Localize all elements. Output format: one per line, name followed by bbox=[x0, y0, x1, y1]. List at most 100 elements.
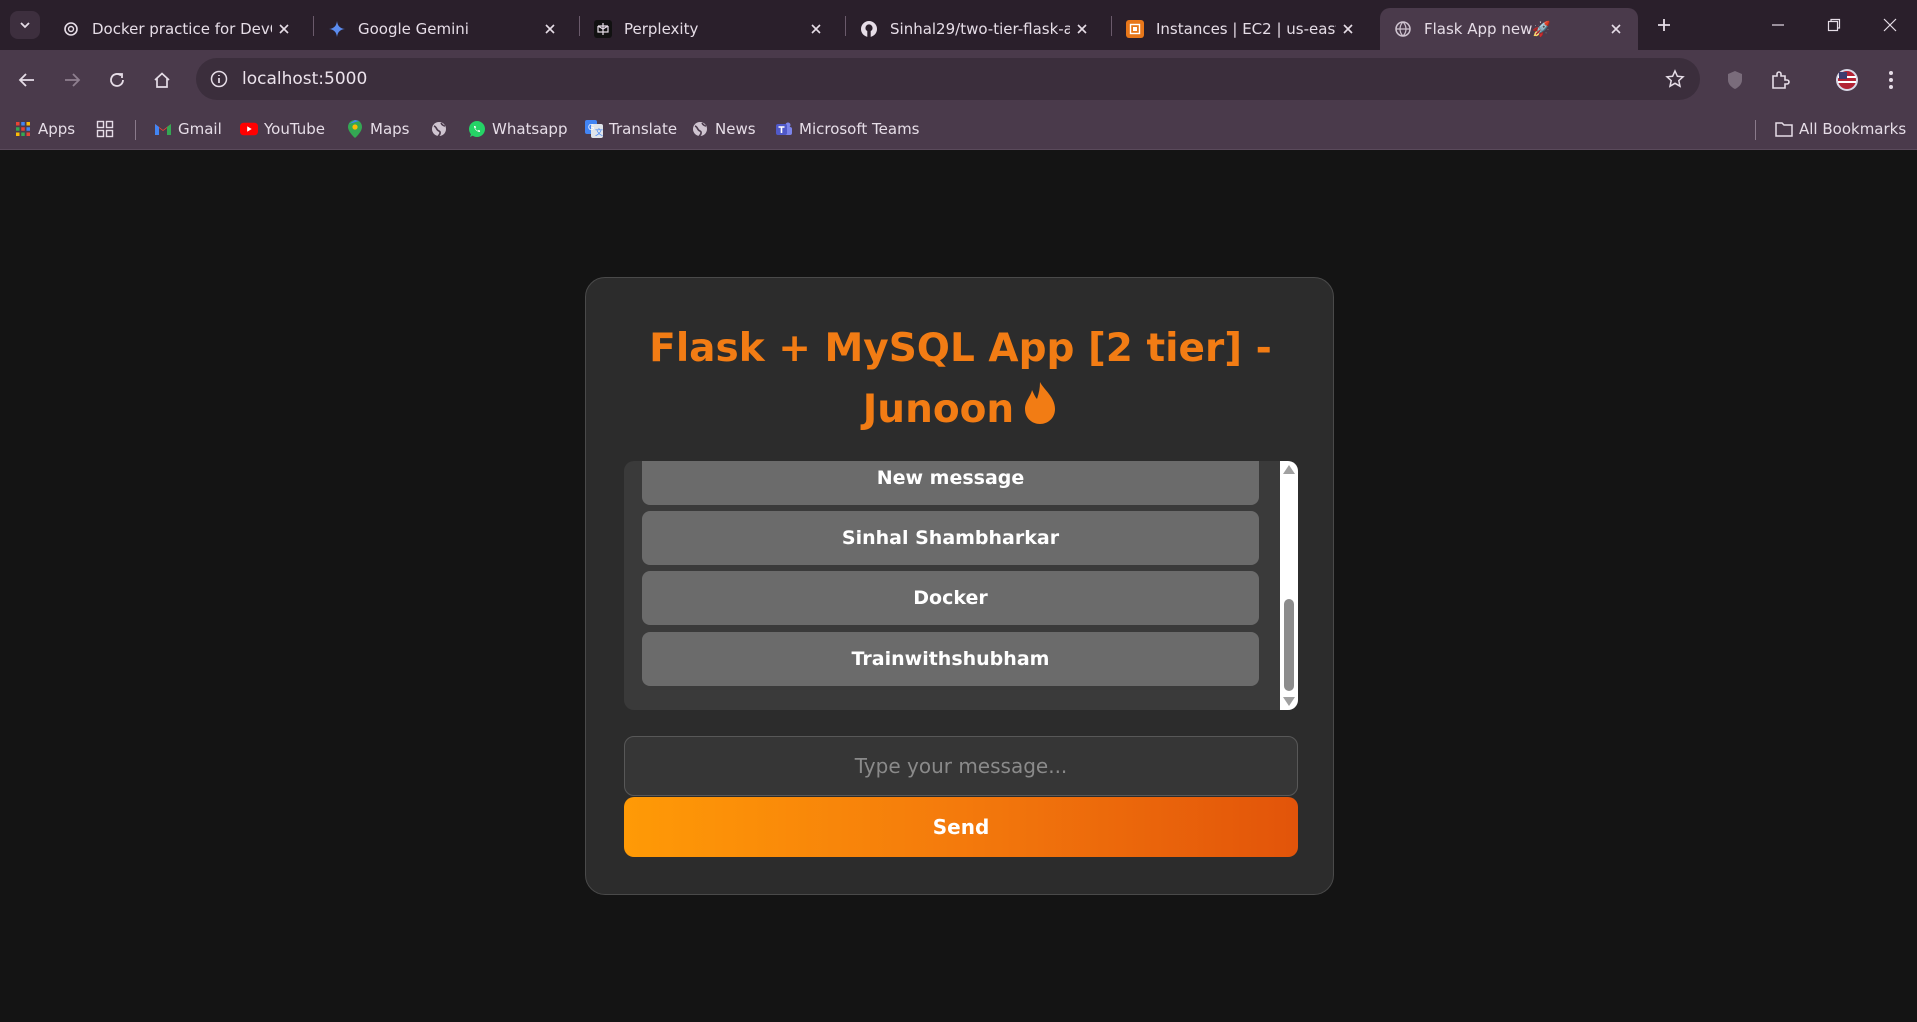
gmail-icon bbox=[154, 120, 172, 138]
home-button[interactable] bbox=[147, 65, 177, 95]
send-button[interactable]: Send bbox=[624, 797, 1298, 857]
bookmark-globe[interactable] bbox=[430, 117, 454, 141]
tab-docker-practice[interactable]: Docker practice for DevOp bbox=[48, 8, 306, 50]
tab-label: Perplexity bbox=[624, 20, 699, 38]
reload-icon bbox=[110, 73, 124, 87]
forward-button[interactable] bbox=[57, 65, 87, 95]
bookmark-news[interactable]: News bbox=[691, 117, 756, 141]
reload-button[interactable] bbox=[102, 65, 132, 95]
tab-strip: Docker practice for DevOp Google Gemini … bbox=[0, 0, 1917, 50]
page-title: Flask + MySQL App [2 tier] - Junoon bbox=[586, 318, 1335, 443]
tab-label: Instances | EC2 | us-east-1 bbox=[1156, 20, 1336, 38]
bookmarks-bar: Apps Gmail YouTube Maps Whatsapp G文 Tran… bbox=[0, 108, 1917, 150]
scrollbar-thumb[interactable] bbox=[1284, 599, 1294, 691]
tab-label: Google Gemini bbox=[358, 20, 469, 38]
teams-icon bbox=[775, 120, 793, 138]
list-item: Sinhal Shambharkar bbox=[642, 511, 1259, 565]
bookmark-gmail[interactable]: Gmail bbox=[154, 117, 222, 141]
message-input[interactable] bbox=[624, 736, 1298, 796]
arrow-left-icon bbox=[18, 73, 34, 87]
close-tab-icon[interactable] bbox=[1604, 17, 1628, 41]
kebab-menu-icon bbox=[1889, 71, 1893, 89]
tab-google-gemini[interactable]: Google Gemini bbox=[314, 8, 572, 50]
site-info-icon[interactable] bbox=[208, 68, 230, 90]
bookmark-label: Maps bbox=[370, 120, 410, 138]
shield-icon bbox=[1728, 71, 1742, 89]
tab-ec2-instances[interactable]: Instances | EC2 | us-east-1 bbox=[1112, 8, 1370, 50]
bookmark-label: Gmail bbox=[178, 120, 222, 138]
bookmark-divider bbox=[1755, 120, 1756, 140]
browser-menu-button[interactable] bbox=[1876, 65, 1906, 95]
scroll-down-arrow-icon[interactable] bbox=[1283, 697, 1295, 706]
app-card: Flask + MySQL App [2 tier] - Junoon New … bbox=[585, 277, 1334, 895]
apps-grid-icon bbox=[14, 120, 32, 138]
tab-perplexity[interactable]: Perplexity bbox=[580, 8, 838, 50]
bookmark-apps[interactable]: Apps bbox=[14, 117, 75, 141]
svg-text:G: G bbox=[588, 123, 594, 132]
title-line-2: Junoon bbox=[586, 379, 1335, 443]
bookmark-label: Translate bbox=[609, 120, 678, 138]
bookmark-label: Microsoft Teams bbox=[799, 120, 920, 138]
tab-label: Docker practice for DevOp bbox=[92, 20, 272, 38]
bookmark-youtube[interactable]: YouTube bbox=[240, 117, 325, 141]
bookmark-microsoft-teams[interactable]: Microsoft Teams bbox=[775, 117, 920, 141]
extension-shield-button[interactable] bbox=[1720, 65, 1750, 95]
close-tab-icon[interactable] bbox=[538, 17, 562, 41]
grid-icon bbox=[96, 120, 114, 138]
scroll-up-arrow-icon[interactable] bbox=[1283, 465, 1295, 474]
all-bookmarks-label: All Bookmarks bbox=[1799, 120, 1907, 138]
fire-icon bbox=[1022, 381, 1058, 443]
youtube-icon bbox=[240, 120, 258, 138]
restore-button[interactable] bbox=[1806, 0, 1862, 50]
bookmark-label: Apps bbox=[38, 120, 76, 138]
bookmark-label: News bbox=[715, 120, 756, 138]
svg-text:文: 文 bbox=[595, 127, 603, 137]
whatsapp-icon bbox=[468, 120, 486, 138]
restore-icon bbox=[1827, 18, 1841, 32]
github-icon bbox=[860, 20, 878, 38]
tab-label: Flask App new🚀 bbox=[1424, 20, 1552, 38]
tab-github-repo[interactable]: Sinhal29/two-tier-flask-app bbox=[846, 8, 1104, 50]
message-list[interactable]: New message Sinhal Shambharkar Docker Tr… bbox=[624, 461, 1298, 710]
bookmark-translate[interactable]: G文 Translate bbox=[585, 117, 677, 141]
translate-icon: G文 bbox=[585, 120, 603, 138]
title-name: Junoon bbox=[862, 387, 1015, 432]
close-tab-icon[interactable] bbox=[272, 17, 296, 41]
browser-toolbar: localhost:5000 bbox=[0, 50, 1917, 108]
bookmark-whatsapp[interactable]: Whatsapp bbox=[468, 117, 567, 141]
address-bar[interactable]: localhost:5000 bbox=[196, 58, 1700, 100]
bookmark-label: YouTube bbox=[264, 120, 325, 138]
extensions-button[interactable] bbox=[1765, 65, 1795, 95]
tab-flask-app[interactable]: Flask App new🚀 bbox=[1380, 8, 1638, 50]
list-item: Docker bbox=[642, 571, 1259, 625]
chevron-down-icon bbox=[20, 22, 30, 29]
list-item: New message bbox=[642, 461, 1259, 505]
globe-icon bbox=[1394, 20, 1412, 38]
minimize-button[interactable] bbox=[1750, 0, 1806, 50]
tab-label: Sinhal29/two-tier-flask-app bbox=[890, 20, 1070, 38]
bookmark-label: Whatsapp bbox=[492, 120, 568, 138]
title-line-1: Flask + MySQL App [2 tier] - bbox=[649, 326, 1272, 371]
plus-icon bbox=[1658, 19, 1670, 31]
folder-icon bbox=[1775, 120, 1793, 138]
close-tab-icon[interactable] bbox=[1070, 17, 1094, 41]
list-item: Trainwithshubham bbox=[642, 632, 1259, 686]
close-tab-icon[interactable] bbox=[804, 17, 828, 41]
perplexity-icon bbox=[594, 20, 612, 38]
bookmark-star-icon[interactable] bbox=[1664, 68, 1686, 90]
gemini-icon bbox=[328, 20, 346, 38]
close-window-button[interactable] bbox=[1862, 0, 1917, 50]
scrollbar[interactable] bbox=[1280, 461, 1298, 710]
tab-search-button[interactable] bbox=[10, 11, 40, 39]
back-button[interactable] bbox=[12, 65, 42, 95]
profile-avatar[interactable] bbox=[1832, 65, 1862, 95]
bookmark-grid[interactable] bbox=[96, 117, 120, 141]
globe-icon bbox=[430, 120, 448, 138]
new-tab-button[interactable] bbox=[1650, 11, 1678, 39]
all-bookmarks[interactable]: All Bookmarks bbox=[1775, 117, 1906, 141]
close-tab-icon[interactable] bbox=[1336, 17, 1360, 41]
home-icon bbox=[154, 72, 170, 88]
bookmark-maps[interactable]: Maps bbox=[346, 117, 409, 141]
globe-icon bbox=[691, 120, 709, 138]
maps-pin-icon bbox=[346, 120, 364, 138]
